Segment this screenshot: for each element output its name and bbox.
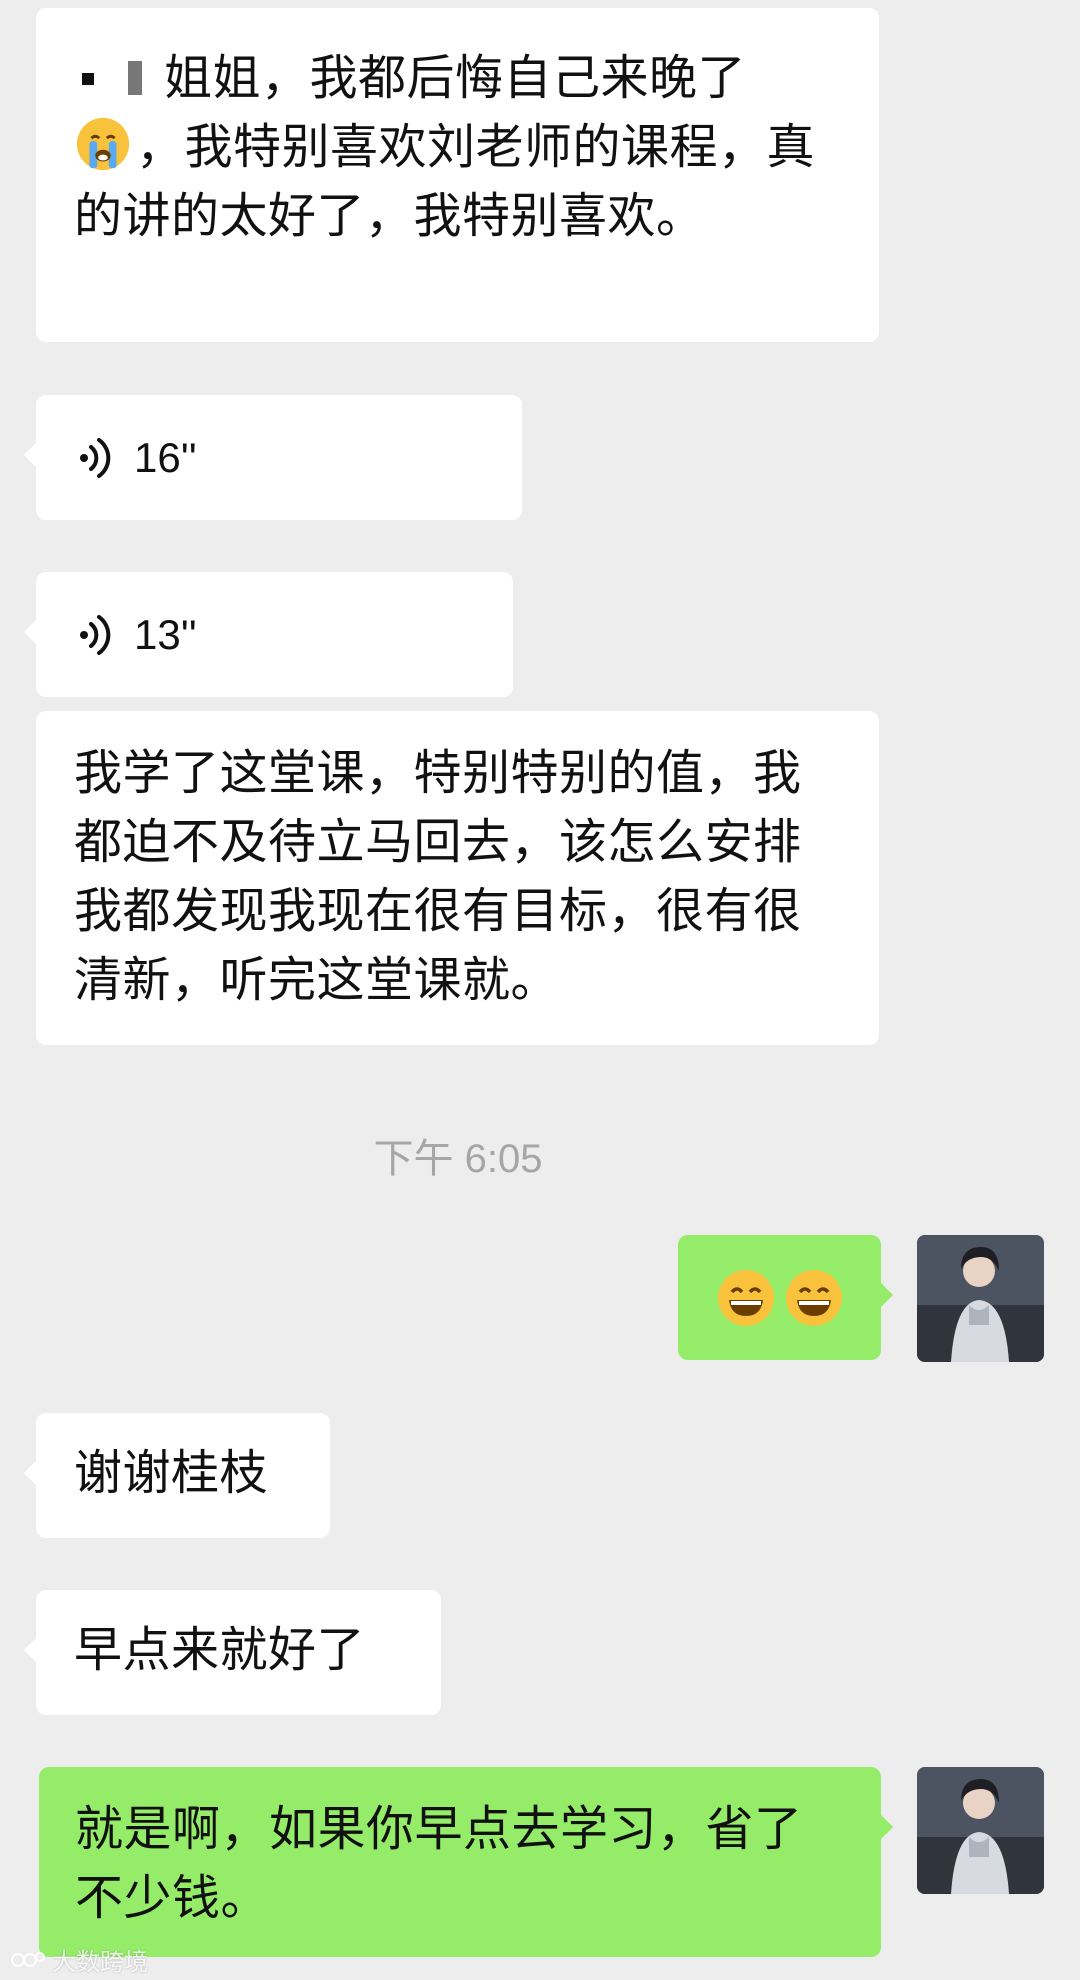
message-bubble-incoming[interactable]: 谢谢桂枝 — [24, 1413, 330, 1538]
voice-duration: 16'' — [134, 433, 197, 481]
voice-message-content: 13'' — [36, 572, 513, 697]
voice-duration: 13'' — [134, 610, 197, 658]
avatar-image — [917, 1235, 1044, 1362]
message-text: 早点来就好了 — [74, 1622, 366, 1678]
message-text: 就是啊，如果你早点去学习，省了不少钱。 — [75, 1801, 803, 1926]
crying-face-icon — [76, 117, 130, 171]
watermark: 大数跨境 — [10, 1942, 148, 1977]
redacted-name — [74, 55, 154, 107]
avatar[interactable] — [917, 1235, 1044, 1362]
avatar[interactable] — [917, 1767, 1044, 1894]
avatar-image — [917, 1767, 1044, 1894]
voice-wave-icon — [80, 437, 111, 478]
voice-message-bubble[interactable]: 16'' — [24, 395, 522, 520]
chat-timestamp: 下午 6:05 — [373, 1137, 543, 1181]
message-text-line1: 姐姐，我都后悔自己来晚了 — [164, 50, 747, 106]
message-text: 姐姐，我都后悔自己来晚了 ，我特别喜欢刘老师的课程，真的讲的太好了，我特别喜欢。 — [74, 44, 845, 251]
message-text: 我学了这堂课，特别特别的值，我都迫不及待立马回去，该怎么安排我都发现我现在很有目… — [74, 745, 802, 1008]
watermark-text: 大数跨境 — [52, 1948, 148, 1976]
grinning-face-icon — [717, 1269, 774, 1326]
watermark-logo-icon — [11, 1951, 45, 1967]
voice-message-content: 16'' — [36, 395, 522, 520]
voice-wave-icon — [80, 614, 111, 655]
message-text: 谢谢桂枝 — [74, 1445, 269, 1501]
message-bubble-outgoing[interactable]: 就是啊，如果你早点去学习，省了不少钱。 — [39, 1767, 893, 1957]
grinning-face-icon — [785, 1269, 842, 1326]
voice-message-bubble[interactable]: 13'' — [24, 572, 513, 697]
message-bubble-outgoing[interactable] — [678, 1235, 893, 1360]
chat-conversation: 姐姐，我都后悔自己来晚了 ，我特别喜欢刘老师的课程，真的讲的太好了，我特别喜欢。… — [0, 0, 1080, 1980]
message-text-rest: ，我特别喜欢刘老师的课程，真的讲的太好了，我特别喜欢。 — [74, 119, 816, 244]
emoji-row — [678, 1235, 881, 1360]
message-bubble-incoming[interactable]: 我学了这堂课，特别特别的值，我都迫不及待立马回去，该怎么安排我都发现我现在很有目… — [36, 711, 879, 1045]
message-bubble-incoming[interactable]: 姐姐，我都后悔自己来晚了 ，我特别喜欢刘老师的课程，真的讲的太好了，我特别喜欢。 — [36, 8, 879, 342]
message-bubble-incoming[interactable]: 早点来就好了 — [24, 1590, 441, 1715]
